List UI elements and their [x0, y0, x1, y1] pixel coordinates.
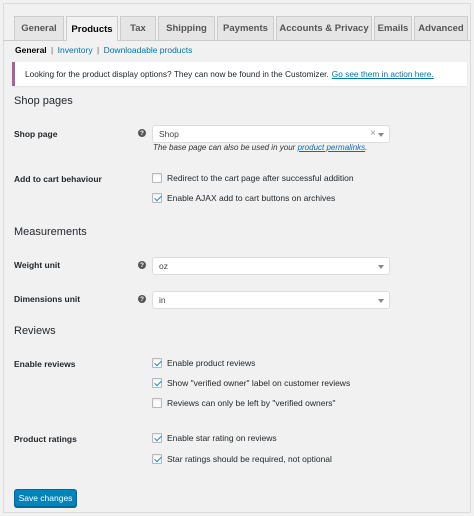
- checkbox-label: Show "verified owner" label on customer …: [167, 378, 351, 388]
- checkbox[interactable]: [152, 433, 162, 443]
- chevron-down-icon: [378, 265, 384, 269]
- verified-owner-label-checkbox[interactable]: Show "verified owner" label on customer …: [152, 378, 350, 388]
- tab-tax[interactable]: Tax: [120, 16, 156, 40]
- checkbox[interactable]: [152, 378, 162, 388]
- help-icon[interactable]: ?: [138, 295, 146, 303]
- subnav-general[interactable]: General: [15, 45, 47, 55]
- help-icon[interactable]: ?: [138, 261, 146, 269]
- shop-page-description: The base page can also be used in your p…: [153, 143, 367, 152]
- subnav-downloadable-products[interactable]: Downloadable products: [104, 45, 193, 55]
- product-ratings-label: Product ratings: [14, 434, 77, 444]
- tab-advanced[interactable]: Advanced: [414, 16, 468, 40]
- desc-prefix: The base page can also be used in your: [153, 143, 296, 152]
- notice-text: Looking for the product display options?…: [25, 69, 329, 79]
- checkbox-label: Reviews can only be left by "verified ow…: [167, 398, 336, 408]
- section-reviews: Reviews: [14, 325, 56, 337]
- clear-icon[interactable]: ×: [370, 128, 376, 139]
- ajax-add-to-cart-checkbox[interactable]: Enable AJAX add to cart buttons on archi…: [152, 193, 335, 203]
- redirect-cart-checkbox[interactable]: Redirect to the cart page after successf…: [152, 173, 354, 183]
- weight-unit-value: oz: [159, 261, 168, 271]
- weight-unit-label: Weight unit: [14, 260, 61, 270]
- shop-page-select[interactable]: Shop ×: [152, 125, 390, 143]
- weight-unit-select[interactable]: oz: [152, 257, 390, 275]
- add-to-cart-label: Add to cart behaviour: [14, 174, 102, 184]
- checkbox[interactable]: [152, 454, 162, 464]
- enable-reviews-label: Enable reviews: [14, 359, 76, 369]
- section-measurements: Measurements: [14, 226, 87, 238]
- checkbox[interactable]: [152, 173, 162, 183]
- section-shop-pages: Shop pages: [14, 95, 73, 107]
- notice-link[interactable]: Go see them in action here.: [332, 69, 434, 79]
- tab-products[interactable]: Products: [66, 16, 118, 41]
- subnav-inventory[interactable]: Inventory: [58, 45, 93, 55]
- star-rating-required-checkbox[interactable]: Star ratings should be required, not opt…: [152, 454, 332, 464]
- dimensions-unit-value: in: [159, 295, 166, 305]
- enable-product-reviews-checkbox[interactable]: Enable product reviews: [152, 358, 255, 368]
- checkbox-label: Star ratings should be required, not opt…: [167, 454, 332, 464]
- tab-shipping[interactable]: Shipping: [158, 16, 215, 40]
- shop-page-label: Shop page: [14, 129, 58, 139]
- checkbox[interactable]: [152, 398, 162, 408]
- product-subnav: General | Inventory | Downloadable produ…: [15, 45, 192, 55]
- chevron-down-icon: [378, 133, 384, 137]
- tab-general[interactable]: General: [14, 16, 64, 40]
- checkbox[interactable]: [152, 358, 162, 368]
- help-icon[interactable]: ?: [138, 129, 146, 137]
- product-permalinks-link[interactable]: product permalinks: [298, 143, 366, 152]
- subnav-separator: |: [51, 45, 54, 55]
- customizer-notice: Looking for the product display options?…: [12, 62, 467, 86]
- enable-star-rating-checkbox[interactable]: Enable star rating on reviews: [152, 433, 277, 443]
- shop-page-value: Shop: [159, 129, 179, 139]
- checkbox-label: Enable product reviews: [167, 358, 256, 368]
- tab-accounts-privacy[interactable]: Accounts & Privacy: [276, 16, 372, 40]
- checkbox-label: Enable star rating on reviews: [167, 433, 277, 443]
- tab-payments[interactable]: Payments: [217, 16, 274, 40]
- checkbox-label: Redirect to the cart page after successf…: [167, 173, 354, 183]
- chevron-down-icon: [378, 299, 384, 303]
- checkbox-label: Enable AJAX add to cart buttons on archi…: [167, 193, 336, 203]
- save-changes-button[interactable]: Save changes: [14, 489, 77, 507]
- dimensions-unit-label: Dimensions unit: [14, 294, 81, 304]
- checkbox[interactable]: [152, 193, 162, 203]
- desc-suffix: .: [365, 143, 368, 152]
- dimensions-unit-select[interactable]: in: [152, 291, 390, 309]
- tab-emails[interactable]: Emails: [374, 16, 412, 40]
- subnav-separator: |: [96, 45, 100, 55]
- verified-owners-only-checkbox[interactable]: Reviews can only be left by "verified ow…: [152, 398, 336, 408]
